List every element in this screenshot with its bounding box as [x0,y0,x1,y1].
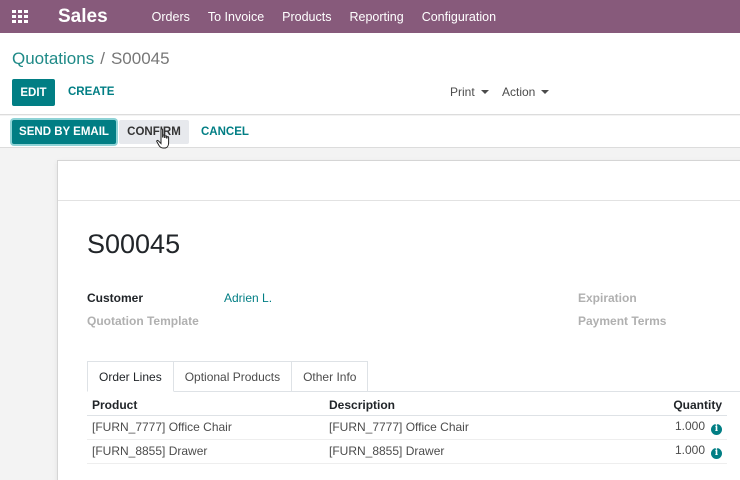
table-header-row: Product Description Quantity [87,395,727,416]
tab-order-lines[interactable]: Order Lines [87,361,174,392]
customer-link[interactable]: Adrien L. [224,291,272,305]
row-description[interactable]: [FURN_7777] Office Chair [324,415,574,440]
notebook-tabs: Order Lines Optional Products Other Info [87,361,369,392]
tab-other-info[interactable]: Other Info [291,361,369,392]
menu-products[interactable]: Products [282,10,331,24]
action-label: Action [502,85,536,99]
menu-orders[interactable]: Orders [152,10,190,24]
row-product[interactable]: [FURN_8855] Drawer [87,439,324,464]
cancel-button[interactable]: CANCEL [201,126,249,138]
form-sheet: S00045 Customer Adrien L. Quotation Temp… [57,160,740,480]
row-quantity-cell[interactable]: 1.000 i [574,439,727,464]
order-lines-table: Product Description Quantity [FURN_7777]… [87,395,727,464]
menu-to-invoice[interactable]: To Invoice [208,10,264,24]
breadcrumb-quotations[interactable]: Quotations [12,49,94,68]
payment-terms-label: Payment Terms [578,314,667,328]
tabs-divider [87,391,740,392]
breadcrumb: Quotations / S00045 [12,49,170,69]
send-by-email-button[interactable]: SEND BY EMAIL [12,120,116,144]
expiration-label: Expiration [578,291,637,305]
status-bar: SEND BY EMAIL CONFIRM CANCEL [0,116,740,148]
print-label: Print [450,85,475,99]
column-description[interactable]: Description [324,395,574,416]
info-icon[interactable]: i [711,448,722,459]
order-name: S00045 [87,229,181,259]
info-icon[interactable]: i [711,424,722,435]
table-row[interactable]: [FURN_8855] Drawer [FURN_8855] Drawer 1.… [87,439,727,464]
customer-label: Customer [87,291,144,305]
row-product[interactable]: [FURN_7777] Office Chair [87,415,324,440]
menu-reporting[interactable]: Reporting [349,10,403,24]
action-dropdown[interactable]: Action [502,85,550,99]
row-description[interactable]: [FURN_8855] Drawer [324,439,574,464]
edit-button[interactable]: EDIT [12,79,55,106]
create-button[interactable]: CREATE [68,86,114,98]
menu-configuration[interactable]: Configuration [422,10,496,24]
quotation-template-label: Quotation Template [87,314,199,328]
top-navbar: Sales Orders To Invoice Products Reporti… [0,0,740,33]
column-product[interactable]: Product [87,395,324,416]
caret-down-icon [480,90,489,94]
row-quantity-cell[interactable]: 1.000 i [574,415,727,440]
main-menu: Orders To Invoice Products Reporting Con… [152,10,514,24]
row-quantity: 1.000 [674,419,705,433]
breadcrumb-current: S00045 [110,49,170,68]
row-quantity: 1.000 [674,443,705,457]
confirm-button[interactable]: CONFIRM [119,120,189,144]
print-dropdown[interactable]: Print [450,85,489,99]
control-panel: Quotations / S00045 EDIT CREATE Print Acti… [0,33,740,115]
app-name[interactable]: Sales [58,6,108,28]
apps-grid-icon[interactable] [12,9,30,24]
breadcrumb-separator: / [100,49,105,68]
tab-optional-products[interactable]: Optional Products [172,361,293,392]
sheet-header [58,161,740,201]
table-row[interactable]: [FURN_7777] Office Chair [FURN_7777] Off… [87,415,727,440]
column-quantity[interactable]: Quantity [574,395,727,416]
hand-pointer-icon [156,128,170,149]
caret-down-icon [541,90,550,94]
